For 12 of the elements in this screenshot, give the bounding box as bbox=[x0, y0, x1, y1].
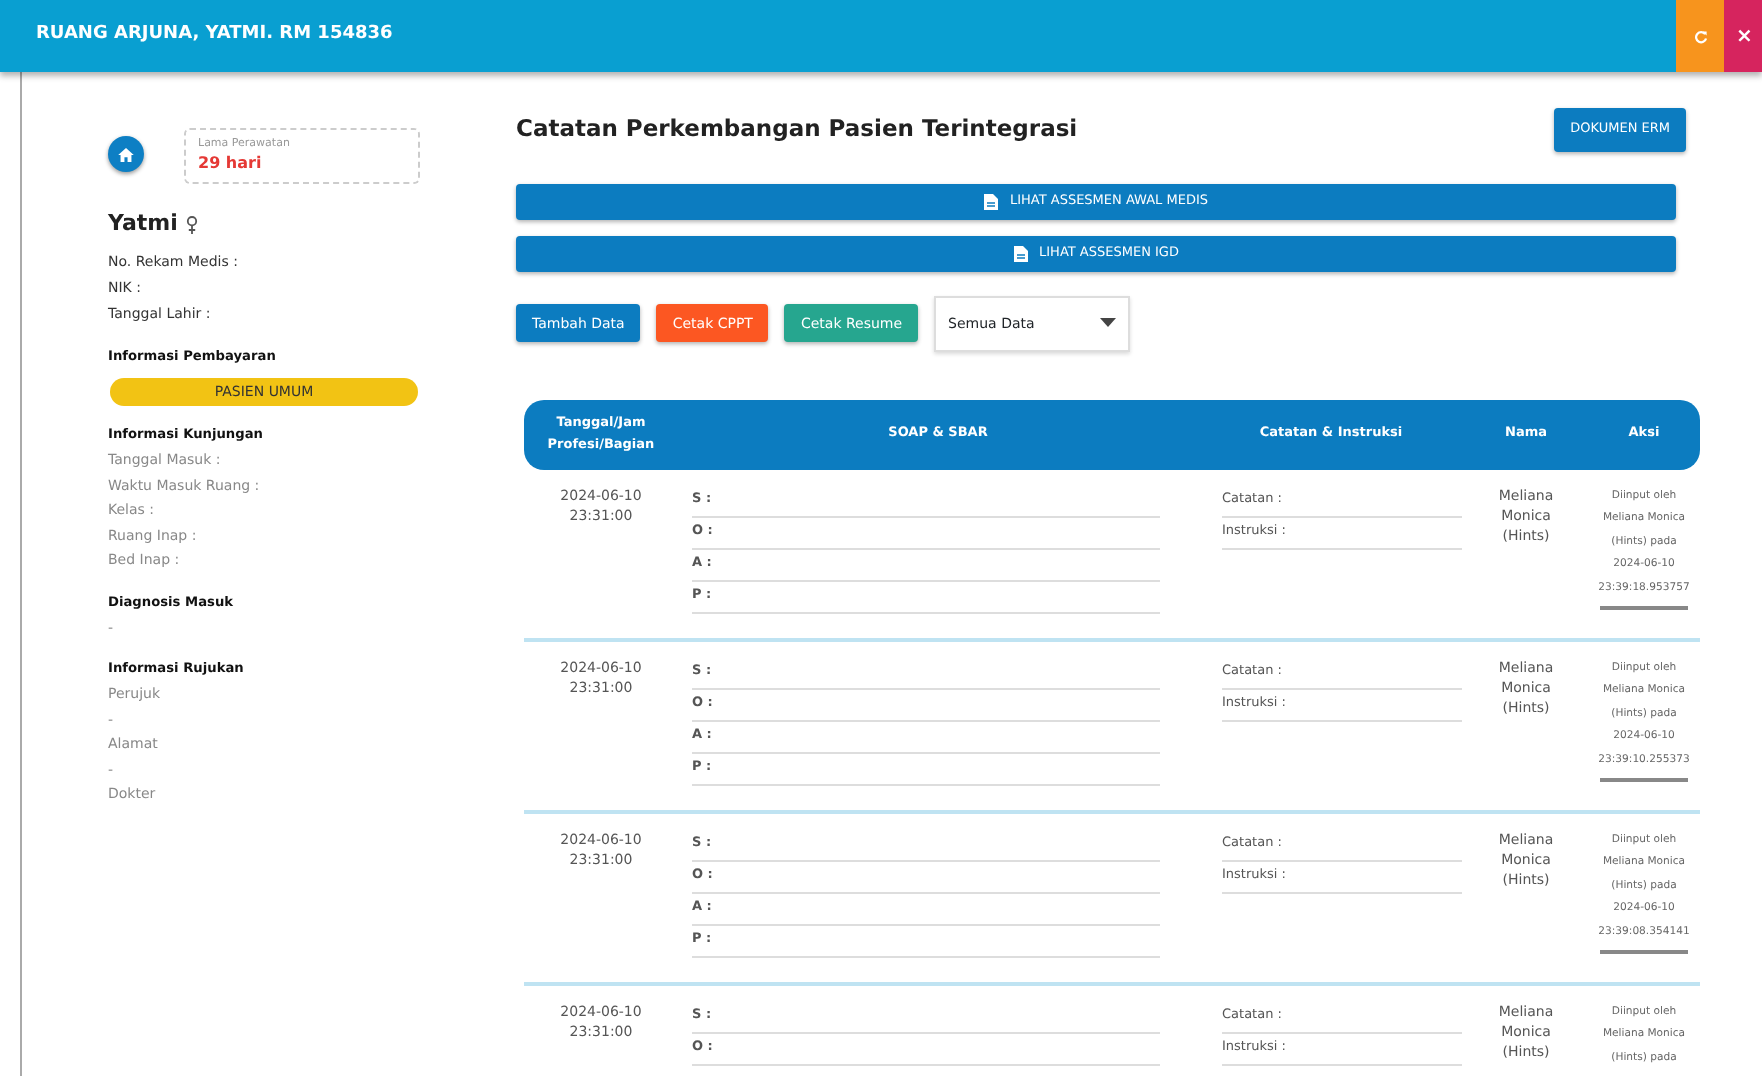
caret-icon bbox=[1100, 318, 1117, 329]
page-title: Catatan Perkembangan Pasien Terintegrasi bbox=[516, 115, 1078, 144]
female-icon bbox=[185, 215, 198, 234]
close-button[interactable]: × bbox=[1724, 0, 1762, 72]
file-icon bbox=[1013, 245, 1028, 262]
file-icon bbox=[983, 193, 998, 210]
stay-value: 29 hari bbox=[198, 152, 264, 177]
window-title: RUANG ARJUNA, YATMI. RM 154836 bbox=[34, 22, 395, 49]
refresh-icon bbox=[1693, 29, 1707, 43]
home-button[interactable] bbox=[108, 136, 144, 172]
home-icon bbox=[118, 147, 134, 161]
patient-name: Yatmi bbox=[108, 208, 178, 240]
